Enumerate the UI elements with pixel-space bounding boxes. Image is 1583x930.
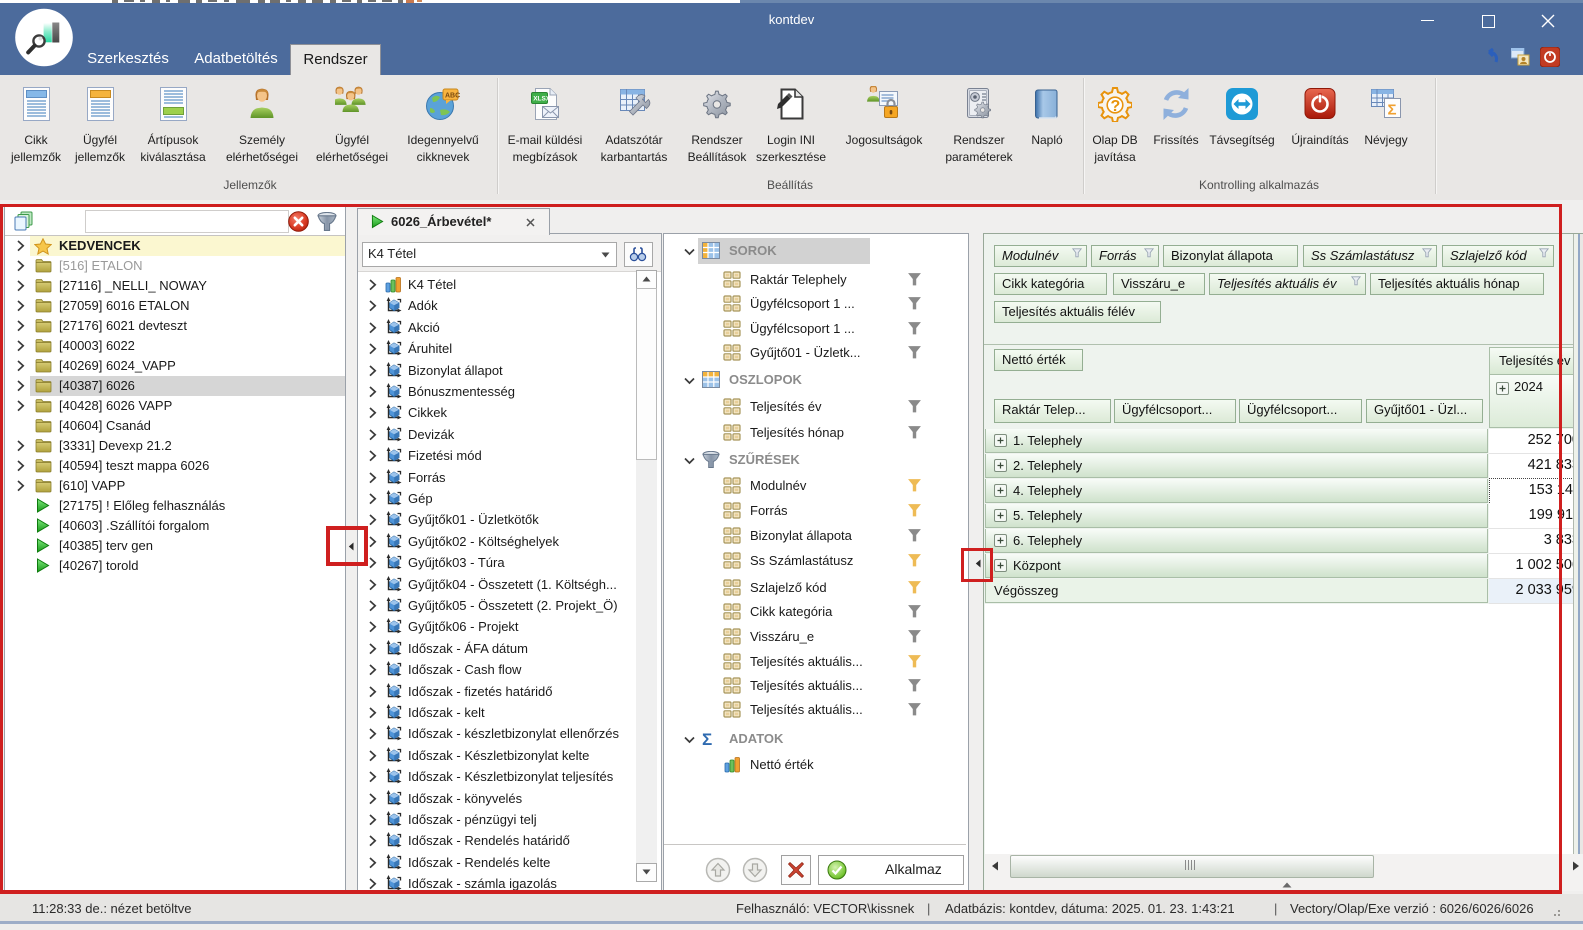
svg-text:ABC: ABC — [445, 93, 460, 100]
svg-text:Σ: Σ — [1388, 102, 1397, 119]
svg-text:?: ? — [1111, 98, 1121, 115]
svg-text:XLSX: XLSX — [533, 96, 551, 103]
